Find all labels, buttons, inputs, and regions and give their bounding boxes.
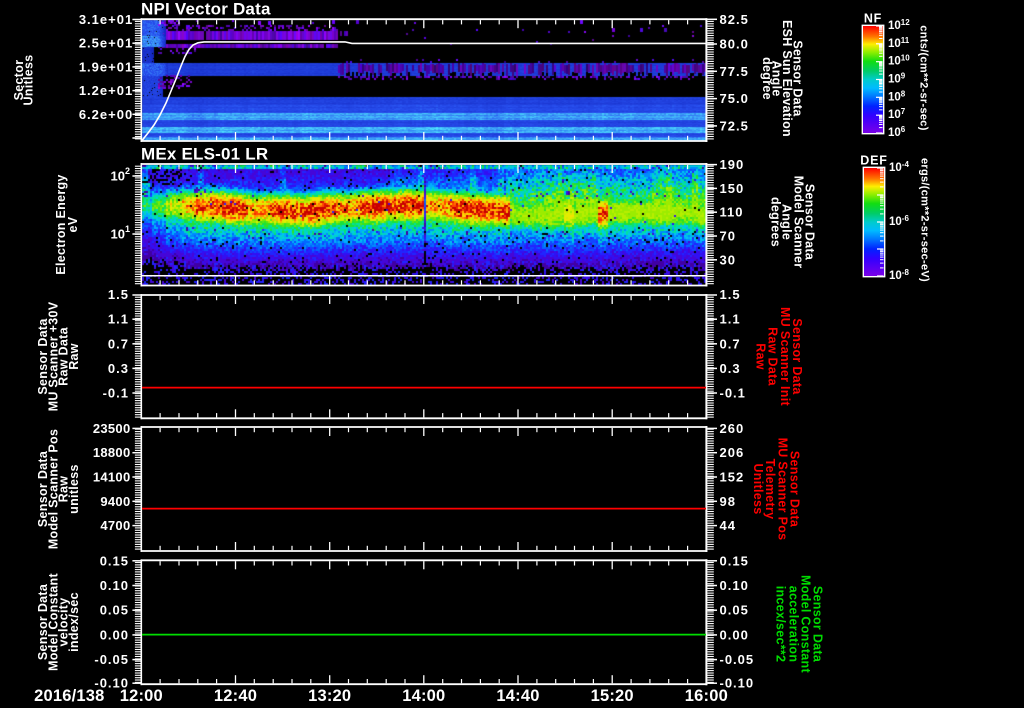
svg-text:1.1: 1.1 <box>720 312 741 327</box>
svg-text:75.0: 75.0 <box>720 91 749 106</box>
svg-text:6.2e+00: 6.2e+00 <box>79 107 133 122</box>
svg-text:12:40: 12:40 <box>214 687 257 705</box>
svg-text:0.10: 0.10 <box>720 578 749 593</box>
svg-text:0.7: 0.7 <box>720 336 741 351</box>
svg-text:15:20: 15:20 <box>591 687 634 705</box>
svg-text:1010: 1010 <box>888 53 910 67</box>
svg-text:0.7: 0.7 <box>108 336 129 351</box>
svg-text:82.5: 82.5 <box>720 12 749 27</box>
svg-text:1.5: 1.5 <box>720 287 741 302</box>
svg-text:14100: 14100 <box>93 470 131 485</box>
svg-text:-0.1: -0.1 <box>103 386 129 401</box>
svg-text:acceleration: acceleration <box>786 586 800 663</box>
svg-text:1011: 1011 <box>888 35 910 50</box>
svg-text:14:00: 14:00 <box>402 687 445 705</box>
svg-text:-0.1: -0.1 <box>720 386 746 401</box>
svg-text:10-4: 10-4 <box>889 160 909 175</box>
svg-text:1.9e+01: 1.9e+01 <box>79 59 133 74</box>
svg-text:DEF: DEF <box>860 154 887 168</box>
svg-text:3.1e+01: 3.1e+01 <box>79 12 133 27</box>
svg-text:1.2e+01: 1.2e+01 <box>79 83 133 98</box>
svg-text:0.15: 0.15 <box>100 553 129 568</box>
svg-text:1012: 1012 <box>888 18 910 33</box>
svg-text:110: 110 <box>720 205 744 220</box>
svg-text:10-6: 10-6 <box>889 214 909 229</box>
svg-text:index/sec: index/sec <box>67 592 81 652</box>
svg-text:72.5: 72.5 <box>720 118 749 133</box>
svg-text:Raw: Raw <box>753 343 767 370</box>
svg-text:77.5: 77.5 <box>720 64 749 79</box>
svg-text:12:00: 12:00 <box>120 687 163 705</box>
svg-text:ergs/(cm**2-sr-sec-eV): ergs/(cm**2-sr-sec-eV) <box>919 158 931 282</box>
svg-text:0.3: 0.3 <box>720 361 741 376</box>
svg-text:-0.05: -0.05 <box>94 652 129 667</box>
svg-text:2016/138: 2016/138 <box>34 687 104 705</box>
svg-text:0.05: 0.05 <box>720 603 749 618</box>
svg-text:23500: 23500 <box>93 421 131 436</box>
svg-text:4700: 4700 <box>100 518 130 533</box>
svg-text:80.0: 80.0 <box>720 37 749 52</box>
svg-text:-0.05: -0.05 <box>720 652 755 667</box>
svg-text:109: 109 <box>888 71 906 86</box>
svg-text:70: 70 <box>720 229 736 244</box>
svg-text:0.10: 0.10 <box>100 578 129 593</box>
svg-text:Raw: Raw <box>67 343 81 370</box>
svg-text:30: 30 <box>720 252 736 267</box>
svg-text:1.1: 1.1 <box>108 312 129 327</box>
svg-text:102: 102 <box>111 166 130 184</box>
svg-text:unitless: unitless <box>67 464 81 514</box>
svg-text:44: 44 <box>720 518 736 533</box>
svg-text:106: 106 <box>888 125 906 140</box>
svg-text:0.15: 0.15 <box>720 553 749 568</box>
svg-text:101: 101 <box>111 224 130 242</box>
svg-text:18800: 18800 <box>93 445 131 460</box>
svg-text:Unitless: Unitless <box>22 54 36 105</box>
svg-text:NF: NF <box>864 12 882 26</box>
svg-text:cnts/(cm**2-sr-sec): cnts/(cm**2-sr-sec) <box>918 25 930 130</box>
svg-text:0.3: 0.3 <box>108 361 129 376</box>
svg-text:14:40: 14:40 <box>496 687 539 705</box>
svg-text:incex/sec**2: incex/sec**2 <box>773 586 787 663</box>
svg-text:150: 150 <box>720 181 745 196</box>
svg-text:190: 190 <box>720 157 745 172</box>
svg-text:2.5e+01: 2.5e+01 <box>79 36 133 51</box>
svg-text:107: 107 <box>888 107 906 122</box>
svg-text:206: 206 <box>720 445 745 460</box>
svg-text:260: 260 <box>720 421 745 436</box>
svg-text:13:20: 13:20 <box>308 687 351 705</box>
svg-text:0.00: 0.00 <box>100 627 129 642</box>
svg-text:108: 108 <box>888 89 906 104</box>
svg-text:degree: degree <box>760 57 774 100</box>
svg-text:10-8: 10-8 <box>889 268 909 283</box>
svg-text:degrees: degrees <box>769 197 783 247</box>
svg-text:152: 152 <box>720 470 745 485</box>
svg-text:Unitless: Unitless <box>751 463 765 514</box>
svg-text:9400: 9400 <box>100 494 130 509</box>
svg-text:1.5: 1.5 <box>108 287 129 302</box>
svg-text:0.05: 0.05 <box>100 603 129 618</box>
svg-text:0.00: 0.00 <box>720 627 749 642</box>
svg-text:NPI Vector Data: NPI Vector Data <box>141 0 271 18</box>
svg-text:MEx ELS-01 LR: MEx ELS-01 LR <box>141 144 268 163</box>
svg-text:eV: eV <box>66 216 80 232</box>
svg-text:98: 98 <box>720 494 736 509</box>
svg-text:16:00: 16:00 <box>685 687 728 705</box>
